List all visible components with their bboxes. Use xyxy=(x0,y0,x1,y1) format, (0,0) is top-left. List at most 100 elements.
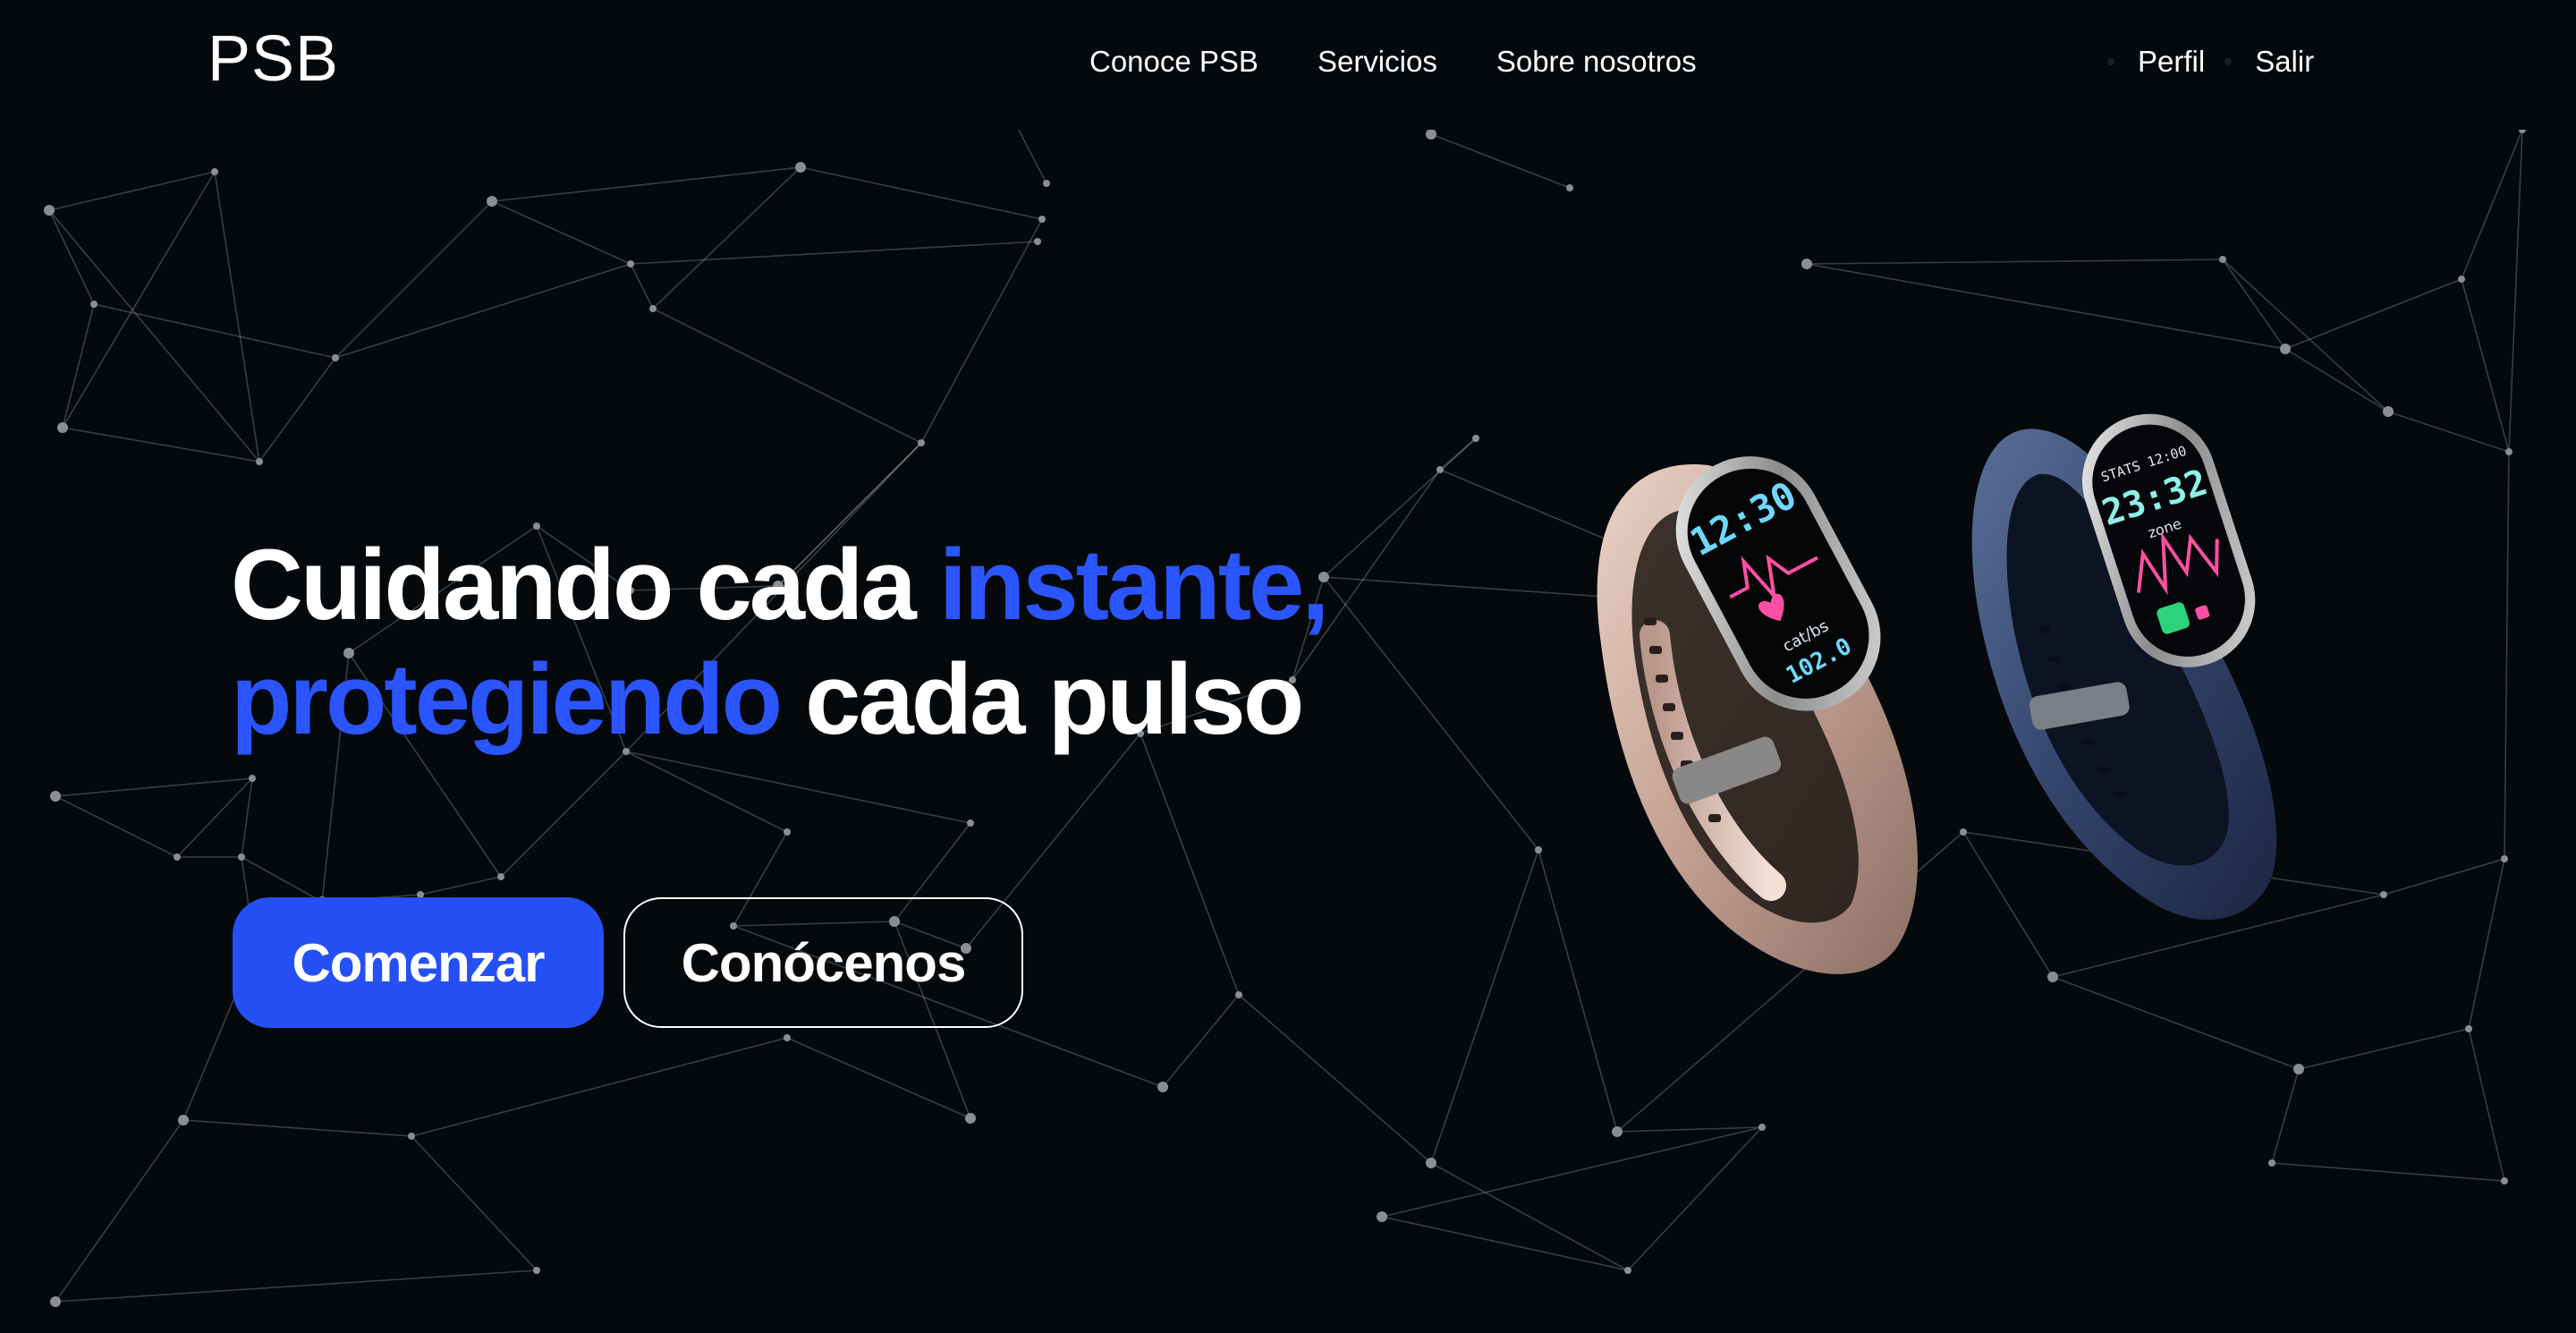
logo[interactable]: PSB xyxy=(208,27,339,91)
nav-link-servicios[interactable]: Servicios xyxy=(1318,47,1437,76)
network-line xyxy=(55,795,178,858)
network-node xyxy=(1034,238,1041,245)
network-node xyxy=(1472,435,1479,442)
network-node xyxy=(1801,259,1812,269)
network-node xyxy=(50,791,61,802)
network-node xyxy=(627,260,634,267)
network-line xyxy=(2468,1028,2505,1182)
conocenos-button[interactable]: Conócenos xyxy=(623,897,1023,1028)
network-line xyxy=(335,263,631,359)
nav-link-salir[interactable]: Salir xyxy=(2255,47,2314,76)
network-node xyxy=(487,196,497,207)
network-node xyxy=(918,439,925,446)
network-node xyxy=(2465,1025,2472,1032)
network-node xyxy=(57,422,68,433)
nav-link-conoce-psb[interactable]: Conoce PSB xyxy=(1089,47,1258,76)
network-node xyxy=(2505,448,2512,455)
network-line xyxy=(241,856,323,903)
network-line xyxy=(1238,994,1432,1164)
network-line xyxy=(1616,1126,1763,1133)
landing-page: PSB Conoce PSB Servicios Sobre nosotros … xyxy=(0,0,2576,1333)
network-line xyxy=(55,777,253,797)
network-line xyxy=(258,357,336,463)
network-node xyxy=(1426,129,1436,140)
blue-fitness-band: STATS 12:00 23:32 zone xyxy=(1971,413,2277,920)
network-node xyxy=(2501,855,2508,862)
network-line xyxy=(2508,129,2523,453)
network-node xyxy=(408,1133,415,1140)
network-node xyxy=(1436,466,1444,473)
network-line xyxy=(2284,278,2462,350)
network-line xyxy=(2461,278,2510,453)
network-line xyxy=(411,1037,788,1137)
network-line xyxy=(1806,259,2224,265)
network-line xyxy=(55,1119,184,1303)
network-node xyxy=(497,873,504,880)
network-line xyxy=(93,303,336,359)
network-node xyxy=(238,853,245,861)
network-line xyxy=(176,777,253,858)
network-node xyxy=(1612,1126,1623,1137)
network-line xyxy=(2461,129,2523,280)
hero-title-accent2: protegiendo xyxy=(231,643,783,755)
network-line xyxy=(419,876,502,896)
network-line xyxy=(786,1037,971,1119)
network-line xyxy=(2298,1028,2470,1070)
network-node xyxy=(44,205,55,216)
network-line xyxy=(625,751,971,824)
network-line xyxy=(2271,1162,2505,1182)
hero-title-part2: cada pulso xyxy=(780,643,1304,755)
network-node xyxy=(2280,344,2291,354)
nav-link-sobre-nosotros[interactable]: Sobre nosotros xyxy=(1496,47,1697,76)
network-line xyxy=(1627,1126,1763,1271)
network-node xyxy=(50,1296,61,1307)
nav-separator-dot xyxy=(2107,57,2114,65)
network-line xyxy=(1430,849,1539,1164)
network-node xyxy=(2458,276,2465,283)
network-line xyxy=(55,1269,538,1303)
network-node xyxy=(1566,184,1573,191)
network-line xyxy=(491,166,801,202)
rose-fitness-band: 12:30 cat/bs 102.0 xyxy=(1597,456,1918,974)
network-line xyxy=(62,427,260,463)
network-line xyxy=(1140,733,1240,996)
nav-separator-dot xyxy=(2224,57,2233,65)
network-node xyxy=(2293,1064,2304,1074)
network-line xyxy=(630,241,1038,265)
hero-title-part1: Cuidando cada xyxy=(231,529,939,641)
network-node xyxy=(1038,216,1046,223)
network-line xyxy=(491,200,631,265)
network-node xyxy=(784,828,791,836)
network-line xyxy=(2387,411,2510,453)
network-node xyxy=(965,1113,976,1124)
network-node xyxy=(2501,1177,2508,1184)
network-line xyxy=(1806,263,2286,350)
network-line xyxy=(2222,259,2389,412)
network-node xyxy=(90,301,97,308)
network-line xyxy=(2222,259,2286,350)
network-line xyxy=(214,171,260,463)
network-line xyxy=(500,751,627,878)
network-node xyxy=(2268,1159,2275,1167)
network-node xyxy=(1043,180,1050,187)
network-node xyxy=(1235,991,1242,998)
network-node xyxy=(1758,1124,1766,1131)
nav-link-perfil[interactable]: Perfil xyxy=(2138,47,2205,76)
network-node xyxy=(178,1115,189,1125)
network-node xyxy=(795,162,806,173)
main-nav: Conoce PSB Servicios Sobre nosotros xyxy=(1089,47,1697,76)
comenzar-button[interactable]: Comenzar xyxy=(233,897,604,1028)
hero-title: Cuidando cada instante, protegiendo cada … xyxy=(231,528,1394,757)
network-line xyxy=(1162,994,1240,1088)
network-node xyxy=(1535,846,1542,853)
fitness-band-image: 12:30 cat/bs 102.0 STATS 12:00 23:32 zon… xyxy=(1597,413,2277,974)
network-line xyxy=(920,218,1043,444)
network-node xyxy=(649,305,657,312)
network-node xyxy=(332,354,339,361)
network-line xyxy=(48,171,216,211)
network-line xyxy=(2271,1068,2300,1164)
network-line xyxy=(62,303,95,429)
network-node xyxy=(533,1267,540,1274)
network-node xyxy=(2219,256,2226,263)
network-line xyxy=(2383,858,2505,896)
